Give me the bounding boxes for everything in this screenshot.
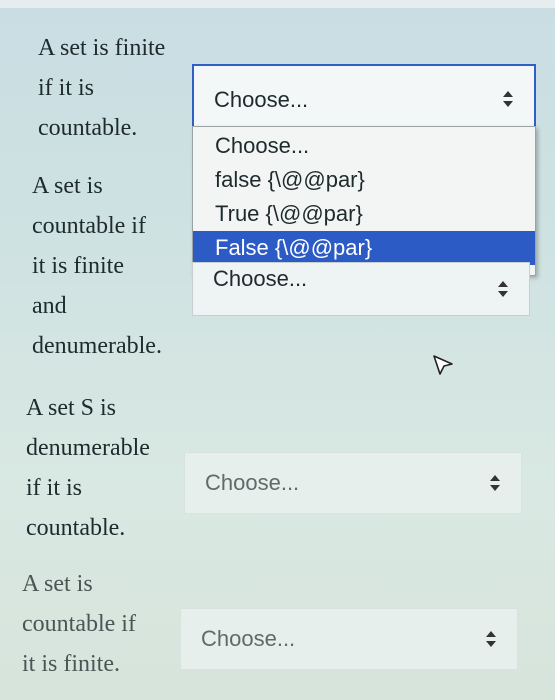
question-1-select-value: Choose...: [214, 87, 309, 112]
question-1-dropdown-list: Choose... false {\@@par} True {\@@par} F…: [192, 126, 536, 276]
question-2-select[interactable]: Choose...: [192, 262, 530, 316]
question-3-select[interactable]: Choose...: [184, 452, 522, 514]
mouse-pointer-icon: [433, 355, 453, 375]
dropdown-option-true[interactable]: True {\@@par}: [193, 197, 535, 231]
question-3-text: A set S is denumerable if it is countabl…: [26, 395, 150, 541]
question-2-select-value: Choose...: [213, 266, 308, 291]
up-down-arrows-icon: [497, 281, 509, 297]
question-4-text: A set is countable if it is finite.: [22, 571, 136, 677]
question-2-text: A set is countable if it is finite and d…: [32, 173, 162, 359]
dropdown-option-choose[interactable]: Choose...: [193, 129, 535, 163]
question-4-select-value: Choose...: [201, 626, 296, 651]
question-1-text: A set is finite if it is countable.: [38, 35, 166, 141]
up-down-arrows-icon: [502, 91, 514, 107]
top-bar: [0, 0, 555, 8]
up-down-arrows-icon: [485, 631, 497, 647]
dropdown-option-false-lower[interactable]: false {\@@par}: [193, 163, 535, 197]
question-3-select-value: Choose...: [205, 470, 300, 495]
question-1-select[interactable]: Choose...: [192, 64, 536, 134]
up-down-arrows-icon: [489, 475, 501, 491]
question-4-select[interactable]: Choose...: [180, 608, 518, 670]
dropdown-option-false[interactable]: False {\@@par}: [193, 231, 535, 265]
